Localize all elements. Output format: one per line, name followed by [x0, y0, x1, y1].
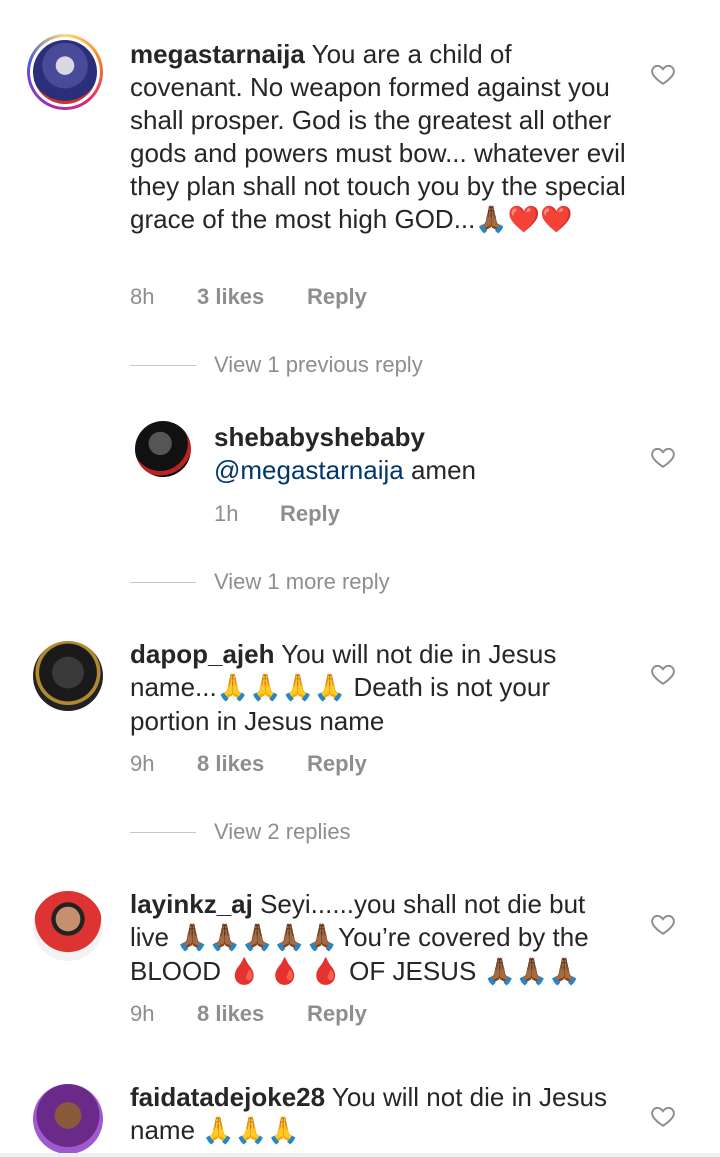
reply-button[interactable]: Reply	[307, 284, 367, 310]
divider	[130, 581, 196, 583]
comment-meta: 9h 8 likes Reply	[130, 751, 367, 777]
username[interactable]: megastarnaija	[130, 39, 305, 69]
likes-count[interactable]: 8 likes	[197, 751, 307, 777]
reply-button[interactable]: Reply	[307, 751, 367, 777]
avatar-megastarnaija[interactable]	[27, 34, 103, 110]
comment-text: dapop_ajeh You will not die in Jesus nam…	[130, 639, 557, 736]
avatar-layinkz-aj[interactable]	[33, 891, 103, 961]
avatar-dapop-ajeh[interactable]	[33, 641, 103, 711]
comment-text: layinkz_aj Seyi......you shall not die b…	[130, 889, 589, 987]
likes-count[interactable]: 3 likes	[197, 284, 307, 310]
comment-meta: 9h 8 likes Reply	[130, 1001, 367, 1027]
bottom-divider	[0, 1153, 720, 1157]
heart-outline-icon[interactable]	[650, 1103, 676, 1129]
divider	[130, 831, 196, 833]
mention-link[interactable]: @megastarnaija	[214, 455, 404, 485]
view-previous-reply[interactable]: View 1 previous reply	[130, 352, 423, 378]
heart-outline-icon[interactable]	[650, 444, 676, 470]
heart-outline-icon[interactable]	[650, 911, 676, 937]
timestamp: 1h	[214, 501, 239, 526]
username[interactable]: shebabyshebaby	[214, 422, 425, 452]
timestamp: 8h	[130, 284, 155, 309]
username[interactable]: layinkz_aj	[130, 889, 253, 919]
comment-text: faidatadejoke28 You will not die in Jesu…	[130, 1082, 607, 1146]
comment-text: shebabyshebaby @megastarnaija amen	[214, 422, 476, 485]
avatar-shebabyshebaby[interactable]	[135, 421, 191, 477]
timestamp: 9h	[130, 1001, 155, 1026]
heart-outline-icon[interactable]	[650, 661, 676, 687]
likes-count[interactable]: 8 likes	[197, 1001, 307, 1027]
comment-meta: 8h 3 likes Reply	[130, 284, 367, 310]
reply-button[interactable]: Reply	[280, 501, 340, 527]
comment-meta: 1h Reply	[214, 501, 340, 527]
avatar-faidatadejoke28[interactable]	[33, 1084, 103, 1154]
timestamp: 9h	[130, 751, 155, 776]
username[interactable]: faidatadejoke28	[130, 1082, 325, 1112]
view-more-reply[interactable]: View 1 more reply	[130, 569, 390, 595]
divider	[130, 364, 196, 366]
reply-button[interactable]: Reply	[307, 1001, 367, 1027]
username[interactable]: dapop_ajeh	[130, 639, 274, 669]
heart-outline-icon[interactable]	[650, 61, 676, 87]
comment-text: megastarnaija You are a child of covenan…	[130, 39, 626, 235]
view-replies[interactable]: View 2 replies	[130, 819, 351, 845]
